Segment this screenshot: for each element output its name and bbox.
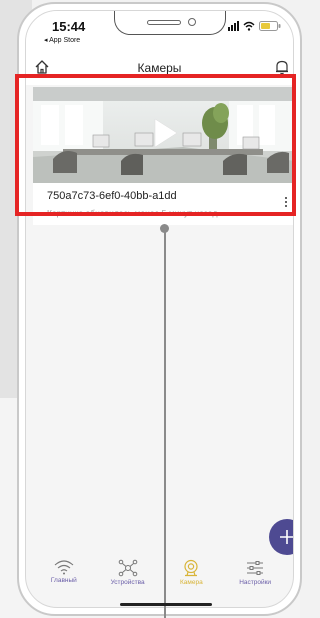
camera-name: 750a7c73-6ef0-40bb-a1dd	[47, 190, 177, 202]
speaker-icon	[147, 20, 181, 25]
page-title: Камеры	[137, 61, 182, 75]
devices-network-icon	[118, 559, 137, 577]
plus-icon	[280, 530, 293, 544]
phone-screen: 15:44 ◂ App Store Камеры 750a7c73-6ef0-4…	[25, 10, 294, 608]
status-time: 15:44	[52, 19, 86, 34]
app-header: Камеры	[26, 51, 293, 85]
status-icons	[228, 21, 281, 31]
tab-settings[interactable]: Настройки	[223, 559, 287, 601]
wifi-icon	[243, 21, 255, 31]
camera-status-text: Картинка обновилась менее 5 минут назад	[47, 208, 218, 218]
signal-icon	[228, 21, 239, 31]
pointer-dot	[160, 224, 169, 233]
more-vertical-icon[interactable]	[281, 192, 291, 212]
notch	[114, 11, 226, 35]
tab-bar: Главный Устройства Камера Настройки	[32, 559, 287, 601]
camera-card[interactable]: 750a7c73-6ef0-40bb-a1dd Картинка обновил…	[33, 87, 293, 225]
front-camera-icon	[188, 18, 196, 26]
pointer-line	[164, 228, 166, 618]
bell-icon[interactable]	[275, 59, 289, 80]
camera-thumbnail[interactable]	[33, 87, 293, 183]
settings-sliders-icon	[247, 561, 264, 575]
tab-devices[interactable]: Устройства	[96, 559, 160, 601]
phone-frame: 15:44 ◂ App Store Камеры 750a7c73-6ef0-4…	[17, 2, 302, 616]
tab-home[interactable]: Главный	[32, 559, 96, 601]
add-camera-button[interactable]	[269, 519, 293, 555]
wifi-signal-icon	[54, 560, 74, 575]
status-bar: 15:44 ◂ App Store	[26, 11, 293, 51]
tab-label: Устройства	[110, 579, 145, 586]
play-icon[interactable]	[141, 111, 185, 155]
camera-icon	[184, 559, 198, 577]
back-to-app-store[interactable]: ◂ App Store	[44, 36, 80, 44]
tab-camera[interactable]: Камера	[160, 559, 224, 601]
home-indicator	[120, 603, 212, 606]
tab-label: Главный	[50, 577, 77, 584]
tab-label: Камера	[180, 579, 203, 586]
battery-icon	[259, 21, 281, 31]
tab-label: Настройки	[239, 579, 272, 586]
